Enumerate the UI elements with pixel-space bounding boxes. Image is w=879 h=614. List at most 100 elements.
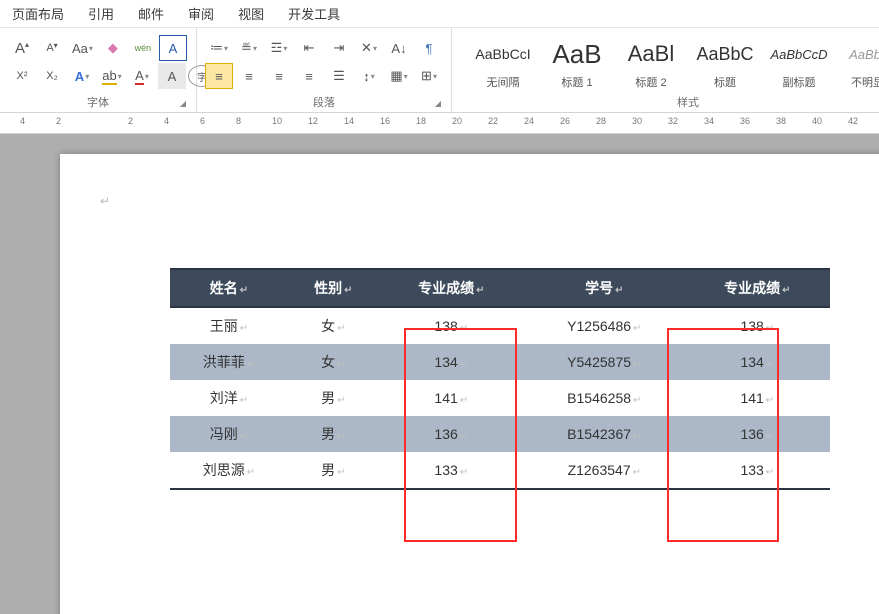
ruler-mark: 42 bbox=[848, 116, 858, 126]
style-item[interactable]: AaBbCc不明显强 bbox=[836, 34, 879, 92]
btn-align-right[interactable]: ≡ bbox=[265, 63, 293, 89]
paragraph-mark-icon: ↵ bbox=[100, 194, 110, 208]
table-header[interactable]: 学号↵ bbox=[524, 269, 685, 307]
table-cell[interactable]: 136↵ bbox=[685, 416, 830, 452]
tab-review[interactable]: 审阅 bbox=[188, 4, 214, 23]
btn-asian-layout[interactable]: ✕▾ bbox=[355, 35, 383, 61]
btn-sort[interactable]: A↓ bbox=[385, 35, 413, 61]
btn-line-spacing[interactable]: ↕▾ bbox=[355, 63, 383, 89]
table-cell[interactable]: 138↵ bbox=[685, 307, 830, 344]
table-cell[interactable]: 136↵ bbox=[379, 416, 524, 452]
ruler-mark: 24 bbox=[524, 116, 534, 126]
table-cell[interactable]: B1542367↵ bbox=[524, 416, 685, 452]
btn-align-justify[interactable]: ≡ bbox=[295, 63, 323, 89]
ruler-mark: 34 bbox=[704, 116, 714, 126]
btn-text-effects[interactable]: A▾ bbox=[68, 63, 96, 89]
ruler-mark: 4 bbox=[164, 116, 169, 126]
table-header[interactable]: 性别↵ bbox=[288, 269, 379, 307]
style-item[interactable]: AaBbCcI无间隔 bbox=[466, 34, 540, 92]
btn-align-distribute[interactable]: ☰ bbox=[325, 63, 353, 89]
btn-char-border[interactable]: A bbox=[159, 35, 187, 61]
table-cell[interactable]: 刘洋↵ bbox=[170, 380, 288, 416]
btn-align-center[interactable]: ≡ bbox=[235, 63, 263, 89]
style-gallery[interactable]: AaBbCcI无间隔AaB标题 1AaBl标题 2AaBbC标题AaBbCcD副… bbox=[460, 32, 879, 92]
ruler-mark: 32 bbox=[668, 116, 678, 126]
group-styles: AaBbCcI无间隔AaB标题 1AaBl标题 2AaBbC标题AaBbCcD副… bbox=[452, 28, 879, 112]
btn-change-case[interactable]: Aa▾ bbox=[68, 35, 97, 61]
btn-bullets[interactable]: ≔▾ bbox=[205, 35, 233, 61]
ruler-mark: 26 bbox=[560, 116, 570, 126]
ruler-mark: 16 bbox=[380, 116, 390, 126]
btn-dedent[interactable]: ⇤ bbox=[295, 35, 323, 61]
btn-borders[interactable]: ⊞▾ bbox=[415, 63, 443, 89]
table-cell[interactable]: 王丽↵ bbox=[170, 307, 288, 344]
btn-show-marks[interactable]: ¶ bbox=[415, 35, 443, 61]
data-table[interactable]: 姓名↵性别↵专业成绩↵学号↵专业成绩↵ 王丽↵女↵138↵Y1256486↵13… bbox=[170, 268, 830, 490]
table-row[interactable]: 洪菲菲↵女↵134↵Y5425875↵134↵ bbox=[170, 344, 830, 380]
table-header[interactable]: 专业成绩↵ bbox=[685, 269, 830, 307]
table-cell[interactable]: 男↵ bbox=[288, 416, 379, 452]
table-cell[interactable]: 女↵ bbox=[288, 344, 379, 380]
ruler-mark: 8 bbox=[236, 116, 241, 126]
btn-clear-format[interactable]: ◆ bbox=[99, 35, 127, 61]
group-label-font[interactable]: 字体 bbox=[8, 92, 188, 110]
btn-indent[interactable]: ⇥ bbox=[325, 35, 353, 61]
horizontal-ruler[interactable]: 4224681012141618202224262830323436384042… bbox=[0, 113, 879, 134]
group-font: A▴ A▾ Aa▾ ◆ wén A X² X₂ A▾ ab▾ A▾ A bbox=[0, 28, 197, 112]
tab-developer[interactable]: 开发工具 bbox=[288, 4, 340, 23]
table-cell[interactable]: 138↵ bbox=[379, 307, 524, 344]
ruler-mark: 20 bbox=[452, 116, 462, 126]
btn-multilevel[interactable]: ☲▾ bbox=[265, 35, 293, 61]
table-cell[interactable]: 133↵ bbox=[379, 452, 524, 489]
style-item[interactable]: AaBbC标题 bbox=[688, 34, 762, 92]
btn-phonetic[interactable]: wén bbox=[129, 35, 157, 61]
table-row[interactable]: 刘思源↵男↵133↵Z1263547↵133↵ bbox=[170, 452, 830, 489]
btn-subscript[interactable]: X₂ bbox=[38, 63, 66, 89]
table-cell[interactable]: 冯刚↵ bbox=[170, 416, 288, 452]
table-cell[interactable]: 男↵ bbox=[288, 452, 379, 489]
table-row[interactable]: 刘洋↵男↵141↵B1546258↵141↵ bbox=[170, 380, 830, 416]
table-cell[interactable]: 141↵ bbox=[685, 380, 830, 416]
ruler-mark: 4 bbox=[20, 116, 25, 126]
table-cell[interactable]: Z1263547↵ bbox=[524, 452, 685, 489]
ruler-mark: 18 bbox=[416, 116, 426, 126]
btn-font-color[interactable]: A▾ bbox=[128, 63, 156, 89]
table-cell[interactable]: 男↵ bbox=[288, 380, 379, 416]
document-workspace[interactable]: ↵ 姓名↵性别↵专业成绩↵学号↵专业成绩↵ 王丽↵女↵138↵Y1256486↵… bbox=[0, 134, 879, 614]
tab-mailings[interactable]: 邮件 bbox=[138, 4, 164, 23]
ribbon: 页面布局 引用 邮件 审阅 视图 开发工具 A▴ A▾ Aa▾ ◆ wén A bbox=[0, 0, 879, 113]
tab-page-layout[interactable]: 页面布局 bbox=[12, 4, 64, 23]
group-paragraph: ≔▾ ≝▾ ☲▾ ⇤ ⇥ ✕▾ A↓ ¶ ≡ ≡ ≡ ≡ ☰ bbox=[197, 28, 452, 112]
btn-shading[interactable]: ▦▾ bbox=[385, 63, 413, 89]
style-item[interactable]: AaBbCcD副标题 bbox=[762, 34, 836, 92]
table-cell[interactable]: Y1256486↵ bbox=[524, 307, 685, 344]
tab-references[interactable]: 引用 bbox=[88, 4, 114, 23]
table-header[interactable]: 姓名↵ bbox=[170, 269, 288, 307]
group-label-styles[interactable]: 样式 bbox=[460, 92, 879, 110]
btn-char-shading[interactable]: A bbox=[158, 63, 186, 89]
table-cell[interactable]: 134↵ bbox=[379, 344, 524, 380]
table-cell[interactable]: B1546258↵ bbox=[524, 380, 685, 416]
style-item[interactable]: AaBl标题 2 bbox=[614, 34, 688, 92]
group-label-paragraph[interactable]: 段落 bbox=[205, 92, 443, 110]
btn-numbering[interactable]: ≝▾ bbox=[235, 35, 263, 61]
table-cell[interactable]: 134↵ bbox=[685, 344, 830, 380]
btn-align-left[interactable]: ≡ bbox=[205, 63, 233, 89]
table-cell[interactable]: Y5425875↵ bbox=[524, 344, 685, 380]
btn-shrink-font[interactable]: A▾ bbox=[38, 35, 66, 61]
style-item[interactable]: AaB标题 1 bbox=[540, 34, 614, 92]
table-header[interactable]: 专业成绩↵ bbox=[379, 269, 524, 307]
table-row[interactable]: 王丽↵女↵138↵Y1256486↵138↵ bbox=[170, 307, 830, 344]
table-row[interactable]: 冯刚↵男↵136↵B1542367↵136↵ bbox=[170, 416, 830, 452]
table-cell[interactable]: 133↵ bbox=[685, 452, 830, 489]
ruler-mark: 36 bbox=[740, 116, 750, 126]
ruler-mark: 14 bbox=[344, 116, 354, 126]
btn-superscript[interactable]: X² bbox=[8, 63, 36, 89]
table-cell[interactable]: 女↵ bbox=[288, 307, 379, 344]
btn-grow-font[interactable]: A▴ bbox=[8, 35, 36, 61]
table-cell[interactable]: 洪菲菲↵ bbox=[170, 344, 288, 380]
btn-highlight[interactable]: ab▾ bbox=[98, 63, 126, 89]
table-cell[interactable]: 刘思源↵ bbox=[170, 452, 288, 489]
tab-view[interactable]: 视图 bbox=[238, 4, 264, 23]
table-cell[interactable]: 141↵ bbox=[379, 380, 524, 416]
